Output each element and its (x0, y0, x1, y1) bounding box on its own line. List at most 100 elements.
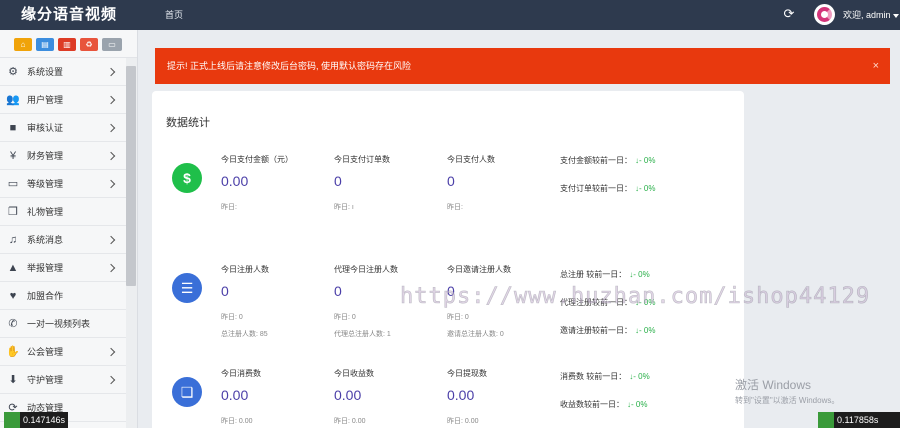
sidebar-item-label: 守护管理 (27, 375, 64, 385)
compare-change: ↓- 0% (635, 326, 655, 335)
sidebar-item-6[interactable]: ♫ 系统消息 (0, 226, 126, 254)
compare-value: - 0% (639, 184, 656, 193)
recycle-icon[interactable]: ♻ (80, 38, 98, 51)
sidebar-item-7[interactable]: ▲ 举报管理 (0, 254, 126, 282)
stat-yesterday: 昨日: 0.00 (447, 418, 479, 425)
monitor-icon: ▭ (7, 178, 19, 190)
sidebar-item-label: 举报管理 (27, 263, 64, 273)
stat-label: 今日收益数 (334, 369, 374, 378)
chevron-right-icon (106, 347, 116, 357)
sidebar-item-9[interactable]: ✆ 一对一视频列表 (0, 310, 126, 338)
stat-yesterday: 昨日: 0 (447, 314, 469, 321)
sidebar-item-label: 系统设置 (27, 67, 64, 77)
stat-yesterday: 昨日: 0.00 (334, 418, 366, 425)
window-icon[interactable]: ▭ (102, 38, 122, 51)
sidebar-item-label: 公会管理 (27, 347, 64, 357)
sidebar-item-8[interactable]: ♥ 加盟合作 (0, 282, 126, 310)
video-icon: ■ (9, 122, 17, 134)
download-icon: ⬇ (8, 374, 18, 386)
stat-yesterday: 昨日: 0 (334, 314, 356, 321)
panel-title: 数据统计 (166, 117, 210, 129)
close-icon[interactable]: × (873, 48, 879, 84)
windows-activation-notice: 激活 Windows 转到"设置"以激活 Windows。 (735, 376, 839, 406)
warning-icon: ▲ (7, 262, 19, 274)
watermark-text: https://www.huzhan.com/ishop44129 (400, 284, 871, 310)
user-menu[interactable]: 欢迎, admin (843, 0, 899, 30)
compare-change: ↓- 0% (627, 400, 647, 409)
sidebar-item-5[interactable]: ❐ 礼物管理 (0, 198, 126, 226)
stat-value: 0.00 (221, 387, 249, 403)
stat-value: 0.00 (447, 387, 475, 403)
compare-item: 邀请注册较前一日： ↓- 0% (560, 325, 655, 336)
compare-label: 消费数 较前一日： (560, 372, 627, 381)
copy-icon: ❏ (172, 377, 202, 407)
stat-value: 0.00 (334, 387, 362, 403)
sidebar-item-1[interactable]: 👥 用户管理 (0, 86, 126, 114)
stat-value: 0 (334, 283, 342, 299)
compare-value: - 0% (633, 270, 650, 279)
security-alert: 提示! 正式上线后请注意修改后台密码, 使用默认密码存在风险 × (155, 48, 890, 84)
stat-label: 今日消费数 (221, 369, 261, 378)
home-icon[interactable]: ⌂ (14, 38, 32, 51)
stat-label: 今日支付金额（元） (221, 155, 293, 164)
sidebar-item-label: 系统消息 (27, 235, 64, 245)
leaf-icon (4, 412, 20, 428)
compare-item: 总注册 较前一日： ↓- 0% (560, 269, 650, 280)
compare-label: 支付金额较前一日： (560, 156, 632, 165)
activation-subtitle: 转到"设置"以激活 Windows。 (735, 396, 840, 405)
avatar[interactable] (814, 4, 835, 25)
sidebar-item-label: 财务管理 (27, 151, 64, 161)
sidebar-item-3[interactable]: ¥ 财务管理 (0, 142, 126, 170)
refresh-icon[interactable]: ⟳ (782, 7, 796, 21)
sidebar-scrollbar[interactable] (126, 66, 136, 286)
user-greeting: 欢迎, admin (843, 10, 891, 20)
chevron-right-icon (106, 179, 116, 189)
stat-value: 0 (334, 173, 342, 189)
sidebar-item-label: 用户管理 (27, 95, 64, 105)
stat-total: 总注册人数: 85 (221, 331, 268, 338)
sidebar-item-10[interactable]: ✋ 公会管理 (0, 338, 126, 366)
stat-total: 邀请总注册人数: 0 (447, 331, 504, 338)
sidebar-item-label: 等级管理 (27, 179, 64, 189)
phone-icon: ✆ (8, 318, 18, 330)
stat-yesterday: 昨日: (447, 204, 463, 211)
timer-left-value: 0.147146s (23, 415, 66, 425)
bell-icon: ♫ (8, 234, 18, 246)
compare-label: 总注册 较前一日： (560, 270, 627, 279)
chevron-right-icon (106, 95, 116, 105)
sidebar-item-11[interactable]: ⬇ 守护管理 (0, 366, 126, 394)
file-icon[interactable]: ▤ (36, 38, 54, 51)
sidebar-item-label: 审核认证 (27, 123, 64, 133)
leaf-icon (818, 412, 834, 428)
sidebar-item-4[interactable]: ▭ 等级管理 (0, 170, 126, 198)
sidebar-item-0[interactable]: ⚙ 系统设置 (0, 58, 126, 86)
brand-logo[interactable]: 缘分语音视频 (0, 0, 138, 30)
sidebar-item-label: 加盟合作 (27, 291, 64, 301)
compare-item: 收益数较前一日： ↓- 0% (560, 399, 647, 410)
debug-timer-right[interactable]: 0.117858s (818, 412, 900, 428)
trash-icon[interactable]: ▥ (58, 38, 76, 51)
sidebar-item-label: 礼物管理 (27, 207, 64, 217)
nav-home-link[interactable]: 首页 (165, 0, 183, 30)
compare-item: 支付订单较前一日： ↓- 0% (560, 183, 655, 194)
gift-icon: ❐ (8, 206, 18, 218)
heart-icon: ♥ (9, 290, 17, 302)
debug-timer-left[interactable]: 0.147146s (4, 412, 68, 428)
chevron-right-icon (106, 67, 116, 77)
handshake-icon: ✋ (6, 346, 20, 358)
chevron-right-icon (106, 235, 116, 245)
chevron-right-icon (106, 375, 116, 385)
top-navbar: 缘分语音视频 首页 ⟳ 欢迎, admin (0, 0, 900, 30)
sidebar-item-label: 一对一视频列表 (27, 319, 91, 329)
stat-value: 0 (447, 173, 455, 189)
stat-value: 0 (221, 283, 229, 299)
compare-change: ↓- 0% (629, 270, 649, 279)
chevron-right-icon (106, 263, 116, 273)
stat-yesterday: 昨日: ı (334, 204, 354, 211)
compare-label: 支付订单较前一日： (560, 184, 632, 193)
stat-value: 0.00 (221, 173, 249, 189)
stat-label: 今日邀请注册人数 (447, 265, 511, 274)
sidebar-item-2[interactable]: ■ 审核认证 (0, 114, 126, 142)
compare-label: 收益数较前一日： (560, 400, 624, 409)
alert-text: 提示! 正式上线后请注意修改后台密码, 使用默认密码存在风险 (167, 61, 412, 71)
